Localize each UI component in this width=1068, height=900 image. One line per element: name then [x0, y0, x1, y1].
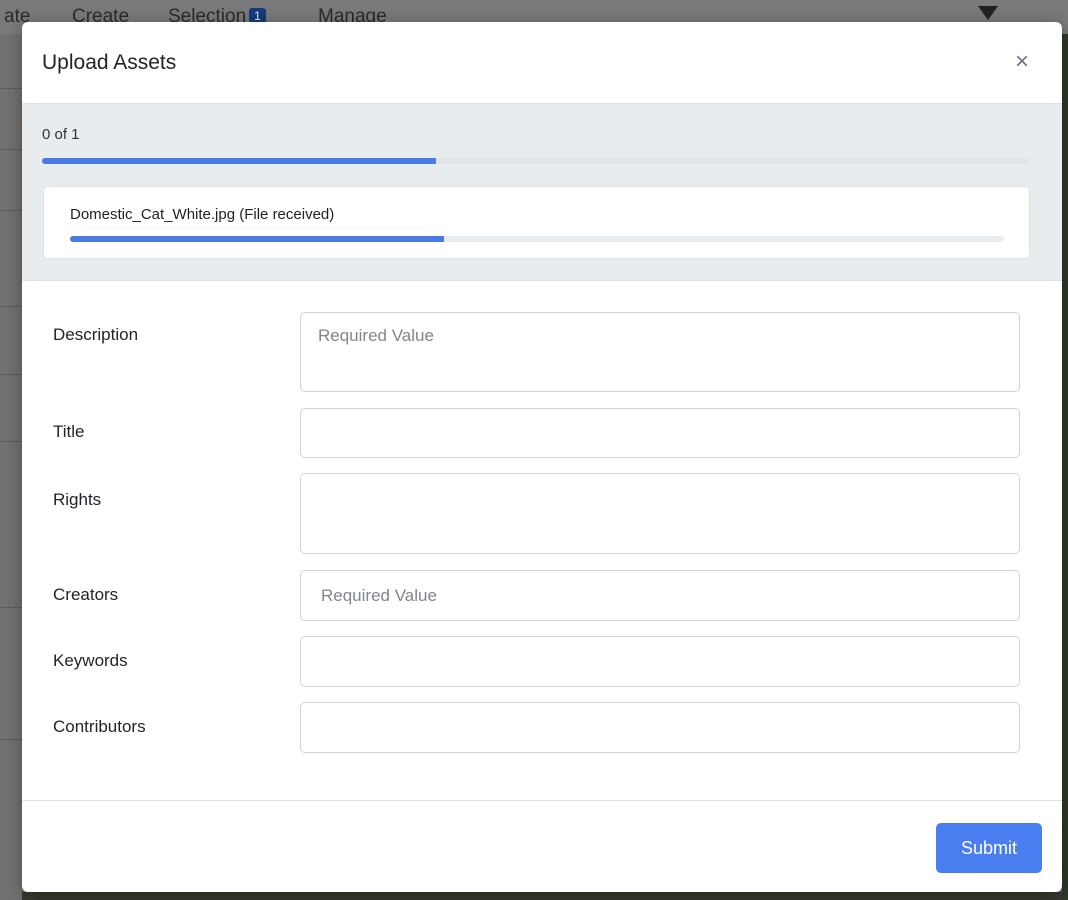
modal-footer: Submit	[22, 800, 1062, 892]
contributors-label: Contributors	[53, 717, 146, 736]
upload-progress-area: 0 of 1 Domestic_Cat_White.jpg (File rece…	[22, 104, 1062, 281]
background-bottom-strip	[22, 892, 1062, 900]
background-right-strip	[1062, 34, 1068, 900]
title-label: Title	[53, 422, 85, 441]
upload-assets-modal: Upload Assets × 0 of 1 Domestic_Cat_Whit…	[22, 22, 1062, 892]
keywords-field[interactable]	[300, 636, 1020, 687]
close-icon[interactable]: ×	[1012, 50, 1032, 76]
file-name-status: Domestic_Cat_White.jpg (File received)	[70, 206, 335, 223]
submit-button[interactable]: Submit	[936, 823, 1042, 873]
overall-progress-fill	[42, 158, 437, 164]
background-left-strip	[0, 34, 22, 900]
title-field[interactable]	[300, 408, 1020, 458]
file-progress-bar	[70, 236, 1004, 242]
creators-label: Creators	[53, 585, 119, 604]
description-label: Description	[53, 325, 139, 344]
upload-count: 0 of 1	[42, 126, 80, 143]
file-progress-fill	[70, 236, 444, 242]
contributors-field[interactable]	[300, 702, 1020, 753]
rights-field[interactable]	[300, 473, 1020, 554]
modal-title: Upload Assets	[42, 50, 177, 74]
file-upload-card: Domestic_Cat_White.jpg (File received)	[43, 186, 1030, 259]
modal-header: Upload Assets ×	[22, 22, 1062, 104]
rights-label: Rights	[53, 490, 102, 509]
description-field[interactable]	[300, 312, 1020, 392]
metadata-form: Description Title Rights Creators Keywor…	[22, 281, 1062, 801]
keywords-label: Keywords	[53, 651, 128, 670]
overall-progress-bar	[42, 158, 1028, 164]
creators-field[interactable]	[300, 570, 1020, 621]
filter-icon	[978, 6, 998, 20]
